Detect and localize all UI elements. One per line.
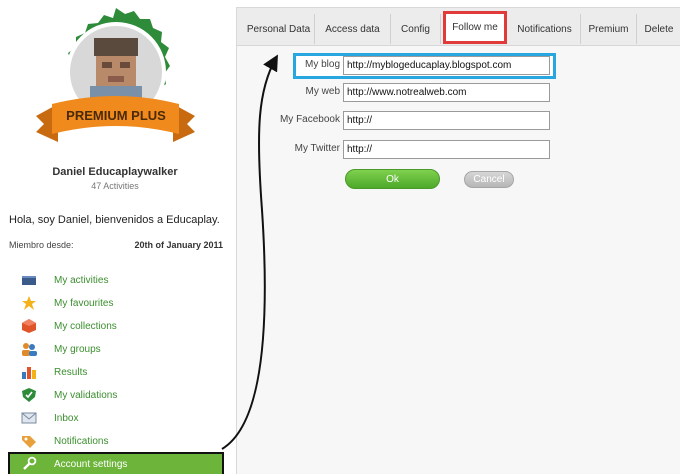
sidebar-item-my-favourites[interactable]: My favourites — [10, 293, 222, 313]
cancel-button[interactable]: Cancel — [464, 171, 514, 188]
twitter-row: My Twitter — [237, 140, 680, 160]
member-since-date: 20th of January 2011 — [134, 240, 223, 250]
sidebar-item-my-collections[interactable]: My collections — [10, 316, 222, 336]
facebook-label: My Facebook — [279, 114, 340, 125]
sidebar-item-label: Account settings — [54, 458, 128, 470]
facebook-row: My Facebook — [237, 111, 680, 131]
tab-config[interactable]: Config — [391, 14, 441, 44]
blog-input[interactable] — [343, 56, 550, 75]
tab-label: Personal Data — [246, 23, 311, 35]
sidebar-item-label: Notifications — [54, 435, 109, 447]
tag-icon — [20, 433, 38, 449]
twitter-label: My Twitter — [294, 143, 340, 154]
tab-label: Delete — [644, 23, 674, 35]
tab-premium[interactable]: Premium — [581, 14, 637, 44]
member-since-label: Miembro desde: — [9, 240, 74, 250]
settings-tabs: Personal Data Access data Config Follow … — [237, 8, 680, 46]
ok-button-label: Ok — [386, 173, 399, 185]
tab-access-data[interactable]: Access data — [315, 14, 391, 44]
sidebar-item-label: My collections — [54, 320, 117, 332]
tab-follow-me[interactable]: Follow me — [443, 11, 507, 44]
star-icon — [20, 295, 38, 311]
premium-badge-icon: PREMIUM PLUS — [36, 8, 195, 142]
sidebar-item-account-settings[interactable]: Account settings — [8, 452, 224, 474]
sidebar-item-inbox[interactable]: Inbox — [10, 408, 222, 428]
follow-me-form: My blog My web My Facebook My Twitter — [237, 52, 680, 252]
activities-icon — [20, 272, 38, 288]
tab-label: Access data — [325, 23, 380, 35]
tab-notifications[interactable]: Notifications — [509, 14, 581, 44]
ok-button[interactable]: Ok — [345, 169, 440, 189]
tab-label: Config — [401, 23, 430, 35]
groups-icon — [20, 341, 38, 357]
sidebar-item-my-validations[interactable]: My validations — [10, 385, 222, 405]
blog-row: My blog — [237, 56, 680, 76]
profile-sidebar: PREMIUM PLUS Daniel Educaplaywalker 47 A… — [0, 0, 230, 474]
sidebar-item-label: My groups — [54, 343, 101, 355]
sidebar-item-notifications[interactable]: Notifications — [10, 431, 222, 451]
web-row: My web — [237, 83, 680, 103]
sidebar-item-my-activities[interactable]: My activities — [10, 270, 222, 290]
web-input[interactable] — [343, 83, 550, 102]
tab-label: Premium — [588, 23, 629, 35]
premium-badge: PREMIUM PLUS — [28, 4, 203, 162]
tab-delete[interactable]: Delete — [637, 14, 680, 44]
wrench-icon — [20, 456, 38, 472]
tab-label: Notifications — [517, 23, 572, 35]
envelope-icon — [20, 410, 38, 426]
sidebar-item-label: My favourites — [54, 297, 114, 309]
facebook-input[interactable] — [343, 111, 550, 130]
collections-icon — [20, 318, 38, 334]
badge-text: PREMIUM PLUS — [66, 108, 166, 123]
tab-personal-data[interactable]: Personal Data — [243, 14, 315, 44]
twitter-input[interactable] — [343, 140, 550, 159]
sidebar-item-label: Results — [54, 366, 88, 378]
blog-label: My blog — [304, 59, 340, 70]
web-label: My web — [305, 86, 340, 97]
shield-check-icon — [20, 387, 38, 403]
profile-name: Daniel Educaplaywalker — [52, 166, 178, 178]
sidebar-item-label: My activities — [54, 274, 109, 286]
sidebar-item-label: Inbox — [54, 412, 79, 424]
greeting-text: Hola, soy Daniel, bienvenidos a Educapla… — [9, 214, 220, 226]
sidebar-item-results[interactable]: Results — [10, 362, 222, 382]
sidebar-item-label: My validations — [54, 389, 118, 401]
settings-panel: Personal Data Access data Config Follow … — [236, 7, 680, 474]
sidebar-item-my-groups[interactable]: My groups — [10, 339, 222, 359]
activity-count: 47 Activities — [91, 181, 139, 191]
tab-label: Follow me — [452, 22, 498, 33]
results-chart-icon — [20, 364, 38, 380]
cancel-button-label: Cancel — [473, 174, 505, 185]
